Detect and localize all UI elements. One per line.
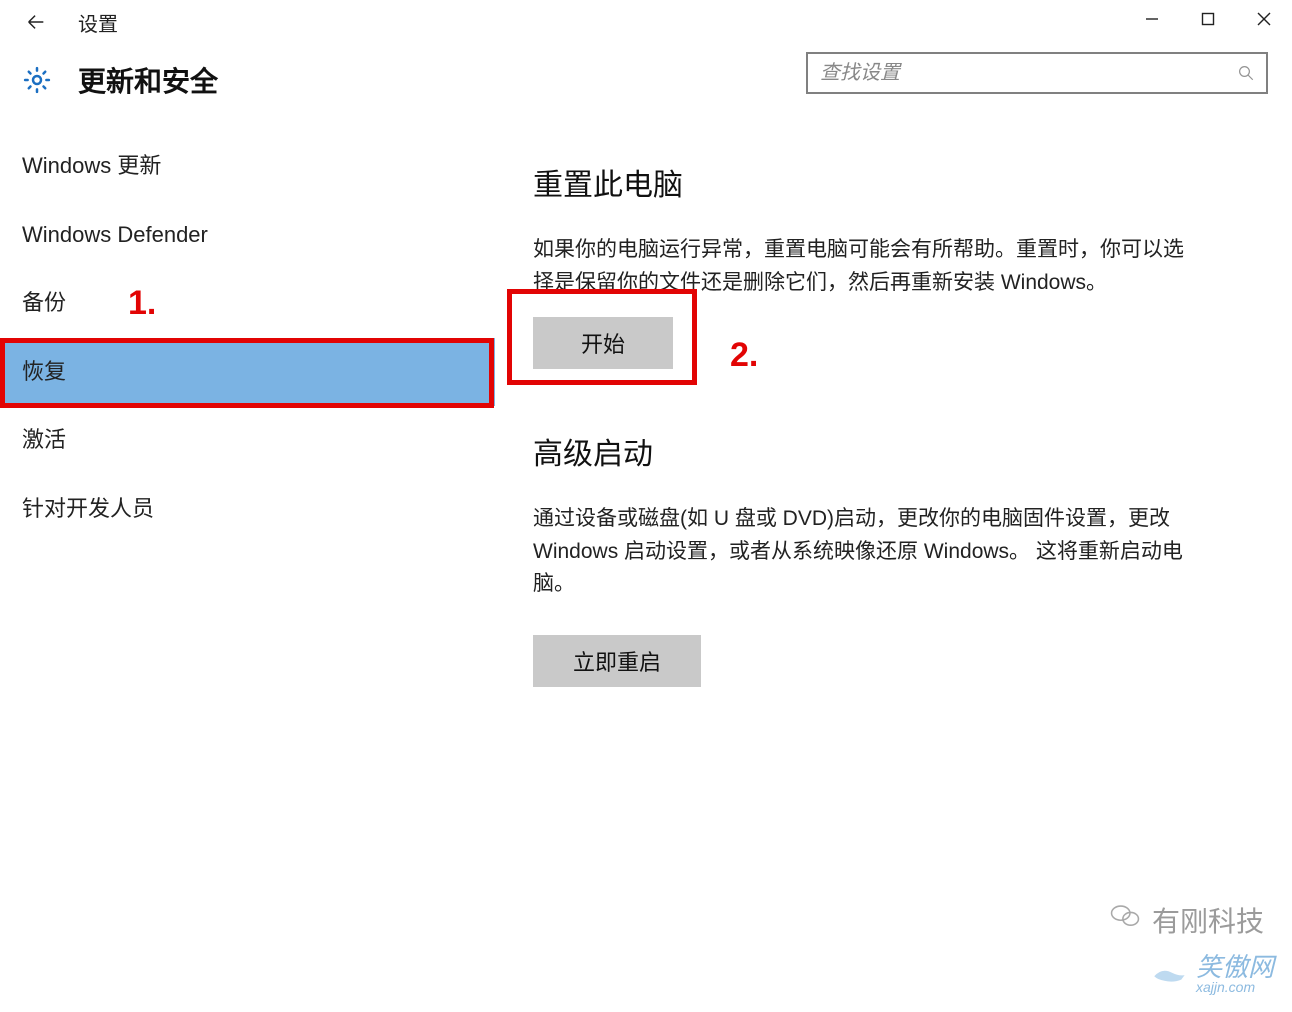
watermark-brand-2: 笑傲网 xajjn.com: [1152, 954, 1274, 994]
reset-action-row: 开始: [533, 317, 1244, 369]
watermark-brand-1: 有刚科技: [1108, 899, 1264, 940]
minimize-icon: [1145, 12, 1159, 26]
minimize-button[interactable]: [1124, 0, 1180, 38]
header: 更新和安全: [0, 44, 1292, 124]
watermark-brand-2-sub: xajjn.com: [1196, 980, 1274, 994]
page-title: 更新和安全: [78, 60, 218, 100]
content-area: Windows 更新 Windows Defender 备份 恢复 激活 针对开…: [0, 124, 1292, 1012]
close-icon: [1257, 12, 1271, 26]
search-box[interactable]: [806, 52, 1268, 94]
shark-icon: [1152, 956, 1188, 992]
wechat-icon: [1108, 899, 1142, 940]
restart-now-button[interactable]: 立即重启: [533, 635, 701, 687]
back-button[interactable]: [24, 10, 48, 34]
reset-description: 如果你的电脑运行异常，重置电脑可能会有所帮助。重置时，你可以选择是保留你的文件还…: [533, 234, 1193, 299]
sidebar-item-label: 针对开发人员: [22, 496, 154, 521]
reset-heading: 重置此电脑: [533, 160, 1244, 204]
sidebar-item-activation[interactable]: 激活: [0, 406, 495, 475]
watermark-brand-2-text: 笑傲网: [1196, 954, 1274, 980]
sidebar-item-backup[interactable]: 备份: [0, 269, 495, 338]
search-icon: [1236, 63, 1256, 83]
main-panel: 重置此电脑 如果你的电脑运行异常，重置电脑可能会有所帮助。重置时，你可以选择是保…: [495, 124, 1292, 1012]
close-button[interactable]: [1236, 0, 1292, 38]
maximize-icon: [1201, 12, 1215, 26]
titlebar: 设置: [0, 0, 1292, 44]
sidebar-item-label: 恢复: [22, 359, 66, 384]
sidebar-item-recovery[interactable]: 恢复: [0, 338, 495, 407]
advanced-description: 通过设备或磁盘(如 U 盘或 DVD)启动，更改你的电脑固件设置，更改 Wind…: [533, 503, 1193, 601]
window-title: 设置: [78, 8, 118, 37]
sidebar-item-label: Windows 更新: [22, 153, 161, 178]
window-controls: [1124, 0, 1292, 44]
sidebar-item-windows-defender[interactable]: Windows Defender: [0, 201, 495, 270]
sidebar-item-windows-update[interactable]: Windows 更新: [0, 132, 495, 201]
arrow-left-icon: [25, 11, 47, 33]
advanced-heading: 高级启动: [533, 429, 1244, 473]
sidebar-item-for-developers[interactable]: 针对开发人员: [0, 475, 495, 544]
watermark-brand-1-text: 有刚科技: [1152, 900, 1264, 940]
maximize-button[interactable]: [1180, 0, 1236, 38]
sidebar-item-label: Windows Defender: [22, 222, 208, 247]
advanced-section: 高级启动 通过设备或磁盘(如 U 盘或 DVD)启动，更改你的电脑固件设置，更改…: [533, 429, 1244, 687]
search-input[interactable]: [820, 62, 1236, 85]
reset-start-button[interactable]: 开始: [533, 317, 673, 369]
sidebar-item-label: 备份: [22, 290, 66, 315]
settings-icon: [20, 63, 54, 97]
sidebar: Windows 更新 Windows Defender 备份 恢复 激活 针对开…: [0, 124, 495, 1012]
sidebar-item-label: 激活: [22, 427, 66, 452]
